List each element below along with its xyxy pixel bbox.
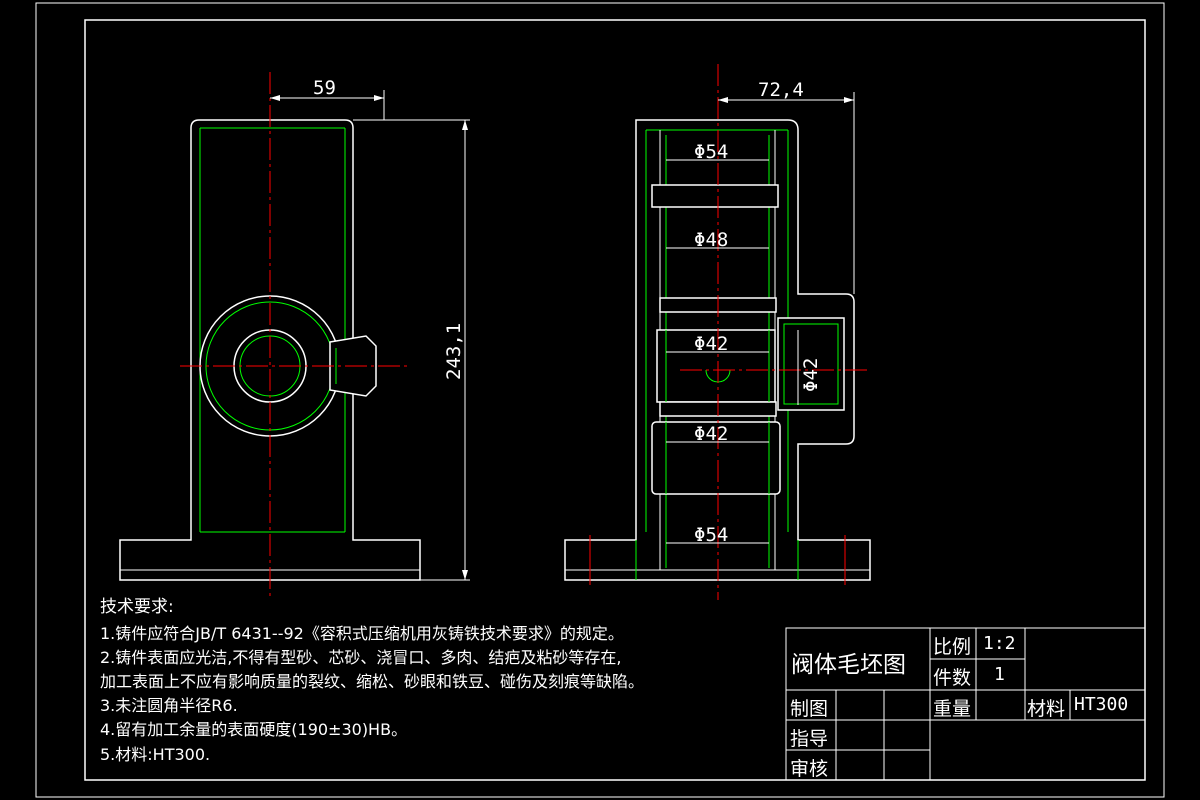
dim-d3: Φ42 [694, 333, 728, 355]
drawn-label: 制图 [790, 698, 829, 720]
dim-d6: Φ42 [800, 358, 822, 392]
requirement-item-1: 1.铸件应符合JB/T 6431--92《容积式压缩机用灰铸铁技术要求》的规定。 [100, 624, 624, 643]
dim-d1: Φ54 [694, 141, 728, 163]
dim-front-width: 59 [313, 77, 336, 99]
scale-value: 1:2 [983, 633, 1016, 654]
requirements-title: 技术要求: [100, 597, 174, 617]
weight-label: 重量 [933, 698, 972, 720]
review-label: 审核 [790, 758, 829, 780]
requirement-item-6: 5.材料:HT300. [100, 745, 211, 764]
quantity-label: 件数 [933, 667, 972, 689]
material-value: HT300 [1074, 694, 1129, 715]
scale-label: 比例 [933, 636, 972, 658]
requirement-item-5: 4.留有加工余量的表面硬度(190±30)HB。 [100, 720, 408, 739]
dim-d5: Φ54 [694, 524, 728, 546]
quantity-value: 1 [994, 664, 1005, 685]
dim-d2: Φ48 [694, 229, 728, 251]
material-label: 材料 [1027, 698, 1066, 720]
guide-label: 指导 [790, 728, 829, 750]
dim-d4: Φ42 [694, 423, 728, 445]
dim-front-height: 243,1 [443, 323, 465, 380]
dim-side-width: 72,4 [758, 79, 804, 101]
part-name: 阀体毛坯图 [791, 652, 906, 678]
requirement-item-4: 3.未注圆角半径R6. [100, 696, 238, 715]
requirement-item-3: 加工表面上不应有影响质量的裂纹、缩松、砂眼和铁豆、碰伤及刻痕等缺陷。 [100, 672, 645, 691]
front-view [119, 72, 470, 600]
requirement-item-2: 2.铸件表面应光洁,不得有型砂、芯砂、浇冒口、多肉、结疤及粘砂等存在, [100, 648, 622, 667]
